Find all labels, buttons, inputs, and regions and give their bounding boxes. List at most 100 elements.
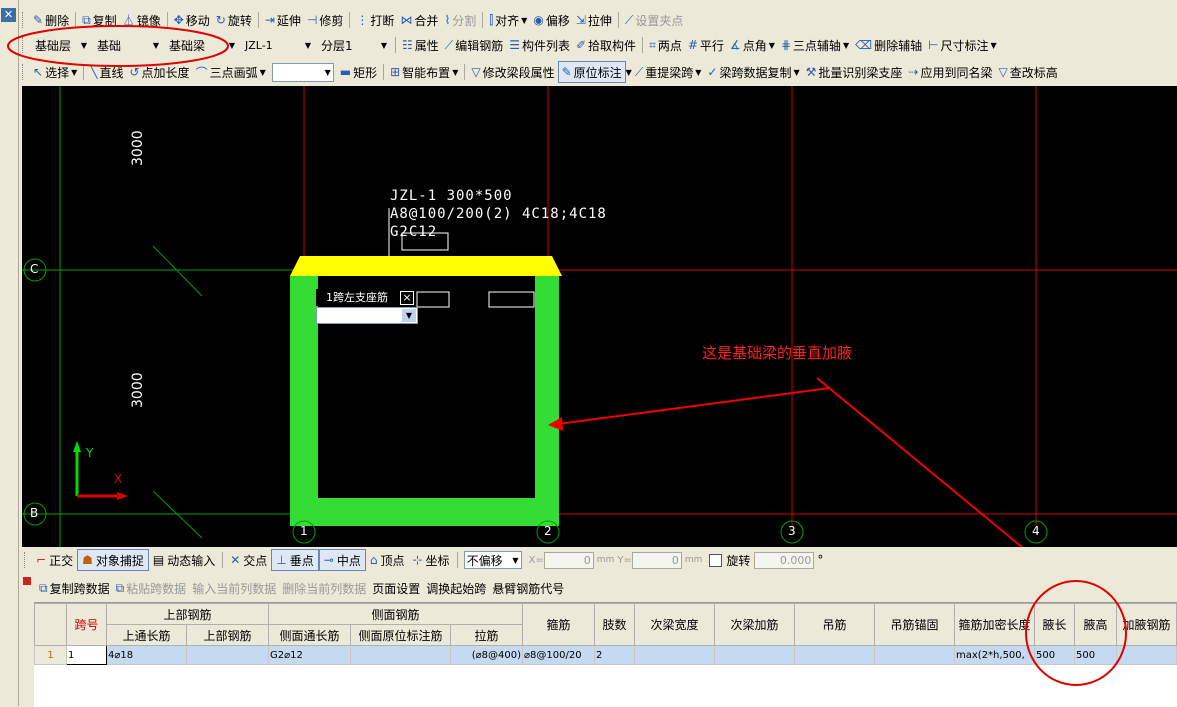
cell-side-in-place[interactable] — [350, 645, 451, 665]
align-button[interactable]: ⫿ 对齐 ▼ — [486, 10, 530, 30]
break-button[interactable]: ⋮ 打断 — [353, 10, 397, 30]
cell-tie[interactable]: (⌀8@400) — [450, 645, 523, 665]
merge-button[interactable]: ⋈ 合并 — [397, 10, 441, 30]
dimension-button[interactable]: ⊢ 尺寸标注 ▼ — [925, 35, 1000, 55]
rotate-checkbox[interactable] — [709, 553, 723, 567]
extend-button[interactable]: ⇥ 延伸 — [262, 10, 304, 30]
three-point-aux-button[interactable]: ⋕ 三点辅轴 ▼ — [778, 35, 852, 55]
close-icon[interactable]: ✕ — [1, 8, 16, 22]
batch-identify-button[interactable]: ⚒ 批量识别梁支座 — [803, 62, 906, 82]
cell-top-rebar[interactable] — [186, 645, 269, 665]
span-popup-label: 1跨左支座筋 — [326, 291, 388, 304]
stretch-button[interactable]: ⇲ 拉伸 — [573, 10, 615, 30]
cell-sec-beam-add[interactable] — [714, 645, 795, 665]
edit-rebar-button[interactable]: ⟋ 编辑钢筋 — [442, 35, 506, 55]
popup-close-icon[interactable]: × — [400, 291, 414, 305]
col-header-haunch-height: 腋高 — [1074, 603, 1117, 646]
annotation-arrow-line — [557, 387, 831, 425]
offset-mode-select[interactable]: 不偏移 ▼ — [463, 551, 522, 569]
cell-hanger-anchor[interactable] — [874, 645, 955, 665]
split-button[interactable]: ⌇ 分割 — [441, 10, 479, 30]
page-setup-button[interactable]: 页面设置 — [369, 578, 423, 598]
category-combo[interactable]: 基础 ▼ — [95, 37, 161, 54]
ortho-toggle[interactable]: ⌐ 正交 — [32, 550, 77, 570]
list-icon: ☰ — [509, 38, 520, 52]
intersection-toggle[interactable]: ✕ 交点 — [226, 550, 271, 570]
move-button[interactable]: ✥ 移动 — [171, 10, 213, 30]
two-points-button[interactable]: ⌗ 两点 — [646, 35, 685, 55]
re-extract-span-button[interactable]: ⟋ 重提梁跨 ▼ — [632, 62, 705, 82]
cell-stirrup-dense-len[interactable]: max(2*h,500, — [954, 645, 1035, 665]
perpendicular-toggle[interactable]: ⊥ 垂点 — [271, 549, 319, 571]
cell-haunch-length[interactable]: 500 — [1034, 645, 1075, 665]
delete-aux-button[interactable]: ⌫ 删除辅轴 — [852, 35, 925, 55]
rotate-button[interactable]: ↻ 旋转 — [213, 10, 255, 30]
midpoint-toggle[interactable]: ⊸ 中点 — [318, 549, 366, 571]
cantilever-code-button[interactable]: 悬臂钢筋代号 — [489, 578, 567, 598]
check-mark-button[interactable]: ▽ 查改标高 — [996, 62, 1061, 82]
line-button[interactable]: ╲ 直线 — [87, 62, 126, 82]
pick-element-button[interactable]: ✐ 拾取构件 — [573, 35, 639, 55]
input-col-button[interactable]: 输入当前列数据 — [189, 578, 279, 598]
swap-start-button[interactable]: 调换起始跨 — [423, 578, 489, 598]
cell-legs[interactable]: 2 — [594, 645, 635, 665]
x-input[interactable]: 0 — [543, 551, 594, 569]
break-icon: ⋮ — [356, 13, 369, 27]
type-combo[interactable]: 基础梁 ▼ — [167, 37, 237, 54]
modify-seg-prop-button[interactable]: ▽ 修改梁段属性 — [468, 62, 557, 82]
coordinate-toggle[interactable]: ⊹ 坐标 — [408, 550, 453, 570]
in-place-mark-button[interactable]: ✎ 原位标注 — [557, 61, 626, 83]
set-grip-button[interactable]: ⟋ 设置夹点 — [622, 10, 686, 30]
table-row[interactable]: 1 1 4⌀18 G2⌀12 (⌀8@400) ⌀8@100/20 2 max(… — [34, 645, 1177, 665]
beam-label-line1: JZL-1 300*500 — [390, 188, 513, 204]
point-length-button[interactable]: ↺ 点加长度 — [126, 62, 192, 82]
delete-button[interactable]: ✎ 删除 — [30, 10, 72, 30]
cell-haunch-rebar[interactable] — [1116, 645, 1177, 665]
cell-stirrup[interactable]: ⌀8@100/20 — [522, 645, 595, 665]
cell-haunch-height[interactable]: 500 — [1074, 645, 1117, 665]
element-list-button[interactable]: ☰ 构件列表 — [506, 35, 573, 55]
extract-icon: ⟋ — [634, 64, 644, 79]
cell-sec-beam-width[interactable] — [634, 645, 715, 665]
point-angle-button[interactable]: ∡ 点角 ▼ — [727, 35, 778, 55]
sublayer-combo[interactable]: 分层1 ▼ — [319, 37, 389, 54]
batch-icon: ⚒ — [805, 65, 817, 79]
dim-lower-text: 3000 — [130, 372, 146, 408]
ucs-y-label: Y — [86, 446, 94, 460]
dynamic-input-toggle[interactable]: ▤ 动态输入 — [149, 550, 219, 570]
cell-side-through[interactable]: G2⌀12 — [268, 645, 351, 665]
copy-button[interactable]: ⧉ 复制 — [79, 10, 120, 30]
offset-button[interactable]: ◉ 偏移 — [530, 10, 573, 30]
parallel-button[interactable]: # 平行 — [685, 35, 727, 55]
arc-option-combo[interactable]: ▼ — [271, 62, 334, 82]
trim-button[interactable]: ⊣ 修剪 — [304, 10, 346, 30]
element-combo[interactable]: JZL-1 ▼ — [243, 37, 313, 54]
rect-button[interactable]: ▬ 矩形 — [337, 62, 380, 82]
layer-combo[interactable]: 基础层 ▼ — [33, 37, 89, 54]
paste-span-button[interactable]: ⧉ 粘贴跨数据 — [113, 578, 190, 598]
apply-same-button[interactable]: ⇢ 应用到同名梁 — [905, 62, 995, 82]
copy-span-button[interactable]: ⧉ 复制跨数据 — [36, 578, 113, 598]
offset-icon: ◉ — [533, 13, 544, 27]
smart-layout-button[interactable]: ⊞ 智能布置 ▼ — [387, 62, 461, 82]
cell-span-no[interactable]: 1 — [66, 645, 107, 665]
cad-canvas[interactable]: 3000 3000 C B 1 2 3 4 JZL-1 300*500 A8@1… — [22, 86, 1177, 547]
mirror-button[interactable]: ⏃ 镜像 — [120, 10, 164, 30]
cell-top-through[interactable]: 4⌀18 — [106, 645, 187, 665]
mirror-icon: ⏃ — [122, 13, 135, 28]
property-button[interactable]: ☷ 属性 — [399, 35, 442, 55]
edit-toolbar: ✎ 删除 ⧉ 复制 ⏃ 镜像 ✥ 移动 ↻ 旋转 ⇥ 延伸 ⊣ 修剪 ⋮ 打断 ⋈ 合并 ⌇ 分割 … — [20, 8, 1177, 32]
span-data-copy-button[interactable]: ✓ 梁跨数据复制 ▼ — [704, 62, 802, 82]
y-input[interactable]: 0 — [631, 551, 682, 569]
span-input-box[interactable] — [488, 291, 535, 308]
span-popup-select[interactable]: ▼ — [316, 307, 418, 324]
cell-hanger[interactable] — [794, 645, 875, 665]
rotate-input[interactable]: 0.000 — [754, 551, 815, 569]
three-point-arc-button[interactable]: ⌒ 三点画弧 ▼ — [193, 62, 269, 82]
delete-col-button[interactable]: 删除当前列数据 — [279, 578, 369, 598]
object-snap-toggle[interactable]: ☗ 对象捕捉 — [77, 549, 149, 571]
vertex-toggle[interactable]: ⌂ 顶点 — [366, 550, 409, 570]
select-button[interactable]: ↖ 选择 ▼ — [30, 62, 80, 82]
midpoint-icon: ⊸ — [323, 553, 334, 567]
span-input-box[interactable] — [416, 291, 450, 308]
